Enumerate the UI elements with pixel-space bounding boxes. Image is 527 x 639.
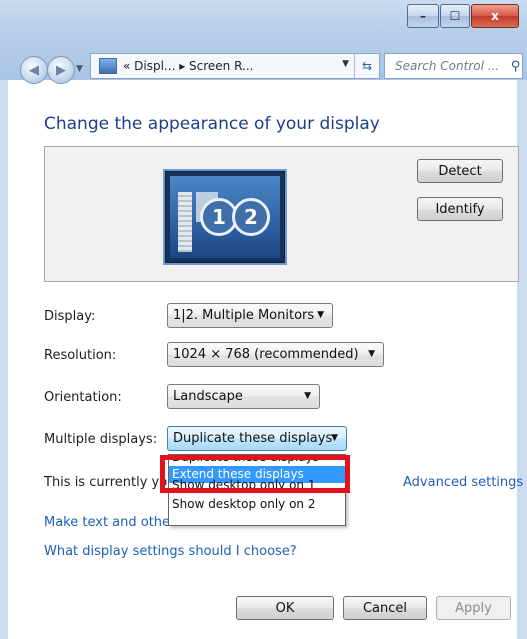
- refresh-icon[interactable]: ⇆: [354, 54, 379, 78]
- apply-button[interactable]: Apply: [436, 596, 511, 620]
- search-box[interactable]: ⚲: [384, 53, 523, 79]
- minimize-button[interactable]: –: [407, 4, 439, 28]
- chevron-down-icon: ▼: [317, 310, 324, 320]
- chevron-down-icon: ▼: [331, 433, 338, 443]
- dropdown-option-show-on-2[interactable]: Show desktop only on 2: [169, 496, 345, 513]
- arrow-left-icon: ◀: [29, 62, 39, 78]
- make-text-larger-link[interactable]: Make text and other: [44, 515, 175, 530]
- display-label: Display:: [44, 309, 96, 324]
- orientation-select[interactable]: Landscape ▼: [167, 384, 320, 409]
- search-input[interactable]: [393, 58, 509, 74]
- multiple-displays-value: Duplicate these displays: [173, 431, 333, 446]
- monitor-number-2: 2: [232, 198, 270, 236]
- multiple-displays-select[interactable]: Duplicate these displays ▼: [167, 426, 347, 451]
- annotation-highlight-box: [160, 455, 350, 493]
- multiple-displays-label: Multiple displays:: [44, 432, 158, 447]
- address-dropdown-icon[interactable]: ▼: [342, 59, 349, 69]
- search-icon[interactable]: ⚲: [509, 59, 522, 74]
- monitor-icon[interactable]: 1 2: [165, 171, 285, 263]
- caption-buttons: – ☐ x: [406, 4, 519, 28]
- forward-button[interactable]: ▶: [47, 56, 75, 84]
- resolution-value: 1024 × 768 (recommended): [173, 347, 359, 362]
- chevron-down-icon: ▼: [368, 349, 375, 359]
- maximize-button[interactable]: ☐: [440, 4, 470, 28]
- resolution-select[interactable]: 1024 × 768 (recommended) ▼: [167, 342, 384, 367]
- window-chrome: – ☐ x ◀ ▶ ▼ « Displ... ▸ Screen R... ▼ ⇆…: [0, 0, 527, 84]
- display-select[interactable]: 1|2. Multiple Monitors ▼: [167, 303, 333, 328]
- resolution-label: Resolution:: [44, 348, 117, 363]
- address-bar[interactable]: « Displ... ▸ Screen R... ▼ ⇆: [90, 53, 380, 79]
- chevron-down-icon: ▼: [304, 391, 311, 401]
- detect-button[interactable]: Detect: [417, 159, 503, 183]
- display-preview-area: 1 2 Detect Identify: [44, 146, 519, 282]
- control-panel-window: – ☐ x ◀ ▶ ▼ « Displ... ▸ Screen R... ▼ ⇆…: [0, 0, 527, 639]
- orientation-value: Landscape: [173, 389, 243, 404]
- orientation-label: Orientation:: [44, 390, 122, 405]
- identify-button[interactable]: Identify: [417, 197, 503, 221]
- recent-pages-dropdown[interactable]: ▼: [76, 64, 83, 74]
- ok-button[interactable]: OK: [236, 596, 334, 620]
- window-frame-left: [0, 80, 8, 639]
- display-value: 1|2. Multiple Monitors: [173, 308, 315, 323]
- control-panel-icon: [99, 58, 117, 74]
- close-button[interactable]: x: [471, 4, 519, 28]
- monitor-sidebar-graphic: [178, 192, 192, 252]
- page-title: Change the appearance of your display: [44, 114, 380, 134]
- advanced-settings-link[interactable]: Advanced settings: [403, 475, 523, 490]
- display-settings-help-link[interactable]: What display settings should I choose?: [44, 544, 297, 559]
- back-button[interactable]: ◀: [20, 56, 48, 84]
- arrow-right-icon: ▶: [56, 62, 66, 78]
- cancel-button[interactable]: Cancel: [343, 596, 427, 620]
- breadcrumb[interactable]: « Displ... ▸ Screen R...: [123, 59, 253, 73]
- current-display-status: This is currently yo: [44, 475, 168, 490]
